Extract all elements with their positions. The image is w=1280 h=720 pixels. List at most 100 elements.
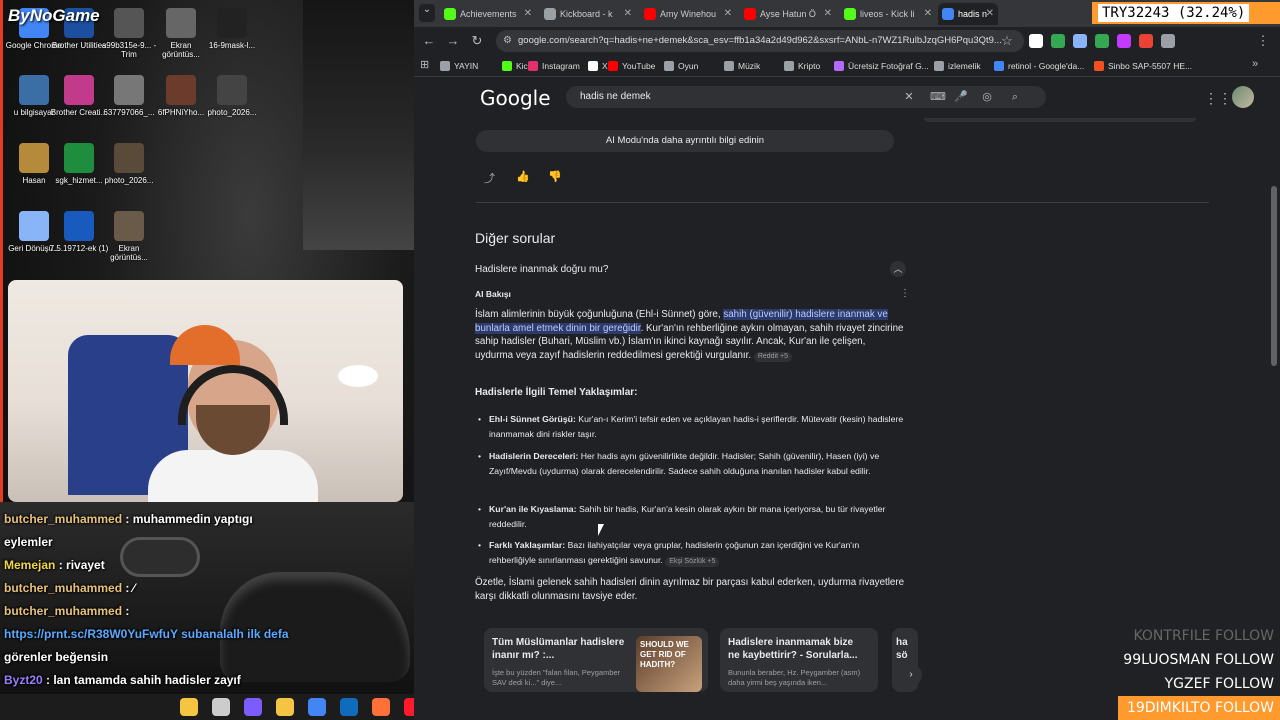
copilot-icon[interactable] xyxy=(244,698,262,716)
thumbs-up-icon[interactable]: 👍 xyxy=(516,170,530,183)
paa-question[interactable]: Hadislere inanmak doğru mu? xyxy=(475,264,608,275)
chat-message: Byzt20 : lan tamamda sahih hadisler zayı… xyxy=(4,669,304,692)
clear-icon[interactable]: ✕ xyxy=(902,90,916,104)
menu-icon[interactable]: ⋮ xyxy=(1254,32,1272,50)
bookmark-item[interactable]: X xyxy=(588,59,608,73)
tab-5[interactable]: hadis n ✕ xyxy=(938,3,998,25)
chat-username[interactable]: butcher_muhammed xyxy=(4,512,122,526)
tab-search-icon[interactable]: ⌄ xyxy=(419,4,435,22)
chat-username[interactable]: Memejan xyxy=(4,558,55,572)
forward-icon[interactable]: → xyxy=(444,32,462,50)
google-logo[interactable]: Google xyxy=(480,86,551,110)
keyboard-icon[interactable]: ⌨ xyxy=(930,90,946,104)
tab-1[interactable]: Kickboard - k ✕ xyxy=(540,3,636,25)
video-card[interactable]: Hadislere inanmamak bize ne kaybettirir?… xyxy=(720,628,878,692)
bookmark-star-icon[interactable]: ☆ xyxy=(998,32,1016,50)
thumbs-down-icon[interactable]: 👎 xyxy=(548,170,562,183)
video-card[interactable]: Tüm Müslümanlar hadislere inanır mı? :..… xyxy=(484,628,708,692)
close-tab-icon[interactable]: ✕ xyxy=(624,3,632,25)
more-options-icon[interactable]: ⋮ xyxy=(900,288,910,299)
google-apps-icon[interactable]: ⋮⋮ xyxy=(1204,90,1232,107)
bookmark-item[interactable]: Ücretsiz Fotoğraf G... xyxy=(834,59,929,73)
tab-label: Kickboard - k xyxy=(560,9,613,19)
chevron-up-icon[interactable]: ︿ xyxy=(890,261,906,277)
bookmark-item[interactable]: YAYIN xyxy=(440,59,478,73)
desktop-icon[interactable]: 637797066_... xyxy=(99,75,159,117)
bullet-item: Hadislerin Dereceleri: Her hadis aynı gü… xyxy=(478,449,907,478)
task-view-icon[interactable] xyxy=(212,698,230,716)
microphone-icon[interactable]: 🎤 xyxy=(954,90,968,104)
follow-action: FOLLOW xyxy=(1210,628,1274,644)
close-tab-icon[interactable]: ✕ xyxy=(924,3,932,25)
follow-alert: 19DIMKILTO FOLLOW xyxy=(1118,696,1280,720)
bookmark-item[interactable]: Müzik xyxy=(724,59,760,73)
close-tab-icon[interactable]: ✕ xyxy=(524,3,532,25)
chrome-icon[interactable] xyxy=(308,698,326,716)
more-bookmarks-icon[interactable]: » xyxy=(1252,58,1258,70)
desktop-icon[interactable]: a99b315e-9... - Trim xyxy=(99,8,159,59)
extension-icon[interactable] xyxy=(1073,34,1087,48)
desktop-icon[interactable]: photo_2026... xyxy=(202,75,262,117)
desktop-icon[interactable]: photo_2026... xyxy=(99,143,159,185)
chat-text: https://prnt.sc/R38W0YuFwfuY subanalalh … xyxy=(4,627,289,641)
bookmark-item[interactable]: Sinbo SAP-5507 HE... xyxy=(1094,59,1192,73)
extension-icon[interactable] xyxy=(1139,34,1153,48)
address-bar[interactable]: ⚙ google.com/search?q=hadis+ne+demek&sca… xyxy=(496,30,1024,52)
outlook-icon[interactable] xyxy=(340,698,358,716)
reload-icon[interactable]: ↻ xyxy=(468,32,486,50)
site-info-icon[interactable]: ⚙ xyxy=(503,30,512,52)
video-card-title: ha sö xyxy=(896,637,908,661)
tab-label: hadis n xyxy=(958,9,988,19)
back-icon[interactable]: ← xyxy=(420,32,438,50)
bookmark-item[interactable]: retinol - Google'da... xyxy=(994,59,1084,73)
desktop-icon[interactable]: Ekran görüntüs... xyxy=(99,211,159,262)
ai-mode-button[interactable]: AI Modu'nda daha ayrıntılı bilgi edinin xyxy=(476,130,894,152)
google-search-box[interactable]: hadis ne demek ✕ ⌨ 🎤 ◎ ⌕ xyxy=(566,86,1046,108)
avatar[interactable] xyxy=(1232,86,1254,108)
firefox-icon[interactable] xyxy=(372,698,390,716)
chat-username[interactable]: butcher_muhammed xyxy=(4,604,122,618)
extension-icon[interactable] xyxy=(1117,34,1131,48)
lens-icon[interactable]: ◎ xyxy=(980,90,994,104)
citation-chip[interactable]: Ekşi Sözlük +5 xyxy=(665,556,720,567)
chat-username[interactable]: Byzt20 xyxy=(4,673,43,687)
chat-username[interactable]: butcher_muhammed xyxy=(4,581,122,595)
tab-label: liveos - Kick li xyxy=(860,9,915,19)
close-tab-icon[interactable]: ✕ xyxy=(724,3,732,25)
search-icon[interactable]: ⌕ xyxy=(1008,90,1022,104)
sparkle-icon[interactable] xyxy=(180,698,198,716)
share-icon[interactable]: ⤴ xyxy=(484,170,495,186)
bookmark-item[interactable]: Kripto xyxy=(784,59,820,73)
file-explorer-icon[interactable] xyxy=(276,698,294,716)
tab-0[interactable]: Achievements ✕ xyxy=(440,3,536,25)
bookmark-icon xyxy=(528,61,538,71)
close-tab-icon[interactable]: ✕ xyxy=(986,3,994,25)
bookmark-item[interactable]: izlemelik xyxy=(934,59,981,73)
video-card-snippet: Bununla beraber, Hz. Peygamber (asm) dah… xyxy=(728,668,861,687)
desktop-icon-label: photo_2026... xyxy=(104,176,154,185)
follower-name: 19DIMKILTO xyxy=(1126,700,1211,716)
bookmark-item[interactable]: Instagram xyxy=(528,59,580,73)
extension-icon[interactable] xyxy=(1051,34,1065,48)
summary-text: Özetle, İslami gelenek sahih hadisleri d… xyxy=(475,577,905,602)
carousel-next-icon[interactable]: › xyxy=(900,664,922,686)
desktop-icon[interactable]: 16-9mask-l... xyxy=(202,8,262,50)
close-tab-icon[interactable]: ✕ xyxy=(824,3,832,25)
extension-icon[interactable] xyxy=(1161,34,1175,48)
bookmark-item[interactable]: YouTube xyxy=(608,59,655,73)
extension-icon[interactable] xyxy=(1095,34,1109,48)
apps-grid-icon[interactable]: ⊞ xyxy=(420,58,429,71)
extension-icon[interactable] xyxy=(1029,34,1043,48)
price-ticker: TRY32243 (32.24%) xyxy=(1092,2,1280,24)
desktop-icon-label: 16-9mask-l... xyxy=(208,41,256,50)
tab-4[interactable]: liveos - Kick li ✕ xyxy=(840,3,936,25)
bookmark-item[interactable]: Oyun xyxy=(664,59,698,73)
scrollbar-thumb[interactable] xyxy=(1271,186,1277,366)
tab-label: Amy Winehou xyxy=(660,9,717,19)
citation-chip[interactable]: Reddit +5 xyxy=(753,351,792,362)
bookmark-label: Sinbo SAP-5507 HE... xyxy=(1108,61,1193,71)
streamer-cap xyxy=(170,325,240,365)
tab-3[interactable]: Ayse Hatun Ö ✕ xyxy=(740,3,836,25)
tab-2[interactable]: Amy Winehou ✕ xyxy=(640,3,736,25)
video-card-snippet: İşte bu yüzden "falan filan, Peygamber S… xyxy=(492,668,621,687)
